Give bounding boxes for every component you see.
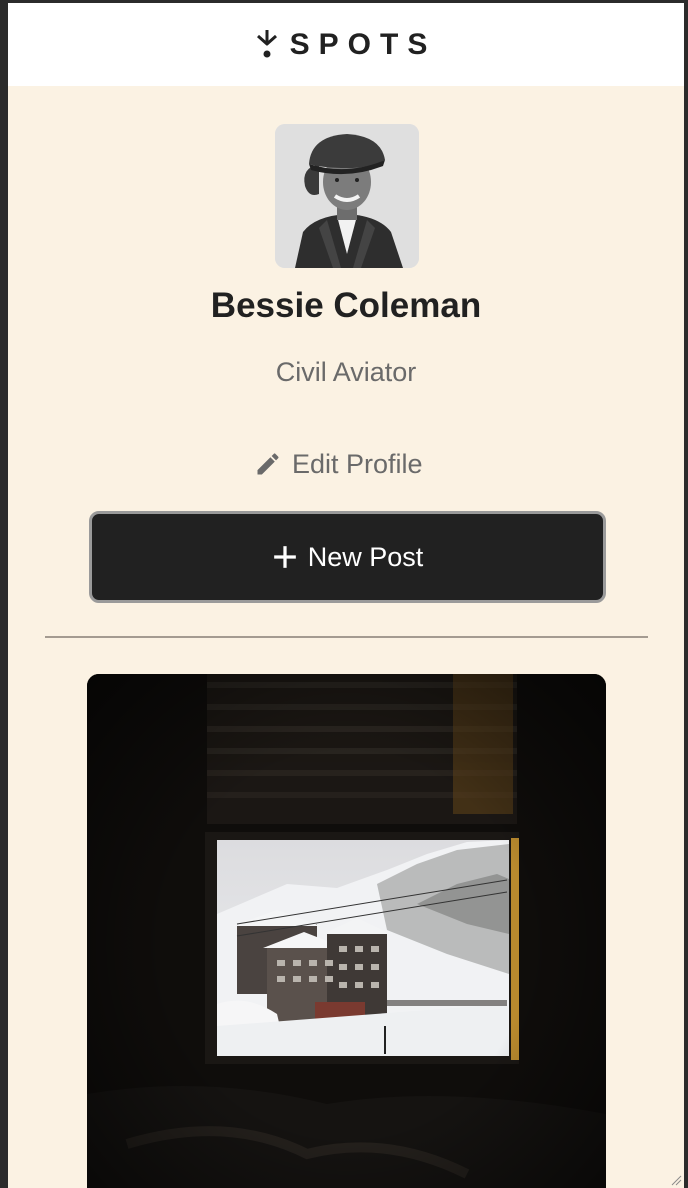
edit-profile-button[interactable]: Edit Profile	[254, 444, 423, 484]
divider	[45, 636, 648, 638]
logo-text: SPOTS	[289, 27, 437, 61]
resize-grip-icon[interactable]	[670, 1174, 682, 1186]
profile-role: Civil Aviator	[275, 357, 417, 387]
edit-profile-label: Edit Profile	[292, 448, 423, 479]
logo[interactable]: SPOTS	[256, 28, 437, 62]
plus-icon	[273, 546, 296, 568]
avatar-photo	[275, 124, 419, 268]
profile-avatar	[275, 124, 419, 268]
app-window: SPOTS Bessie Coleman Civil Aviator Edit …	[0, 0, 688, 1188]
pencil-icon	[257, 453, 279, 475]
new-post-label: New Post	[307, 541, 424, 572]
header: SPOTS	[8, 3, 684, 86]
post-card[interactable]	[87, 674, 606, 1188]
profile-name: Bessie Coleman	[210, 286, 482, 325]
new-post-button[interactable]: New Post	[89, 511, 606, 603]
post-image	[87, 674, 606, 1188]
logo-mark-icon	[256, 29, 277, 57]
